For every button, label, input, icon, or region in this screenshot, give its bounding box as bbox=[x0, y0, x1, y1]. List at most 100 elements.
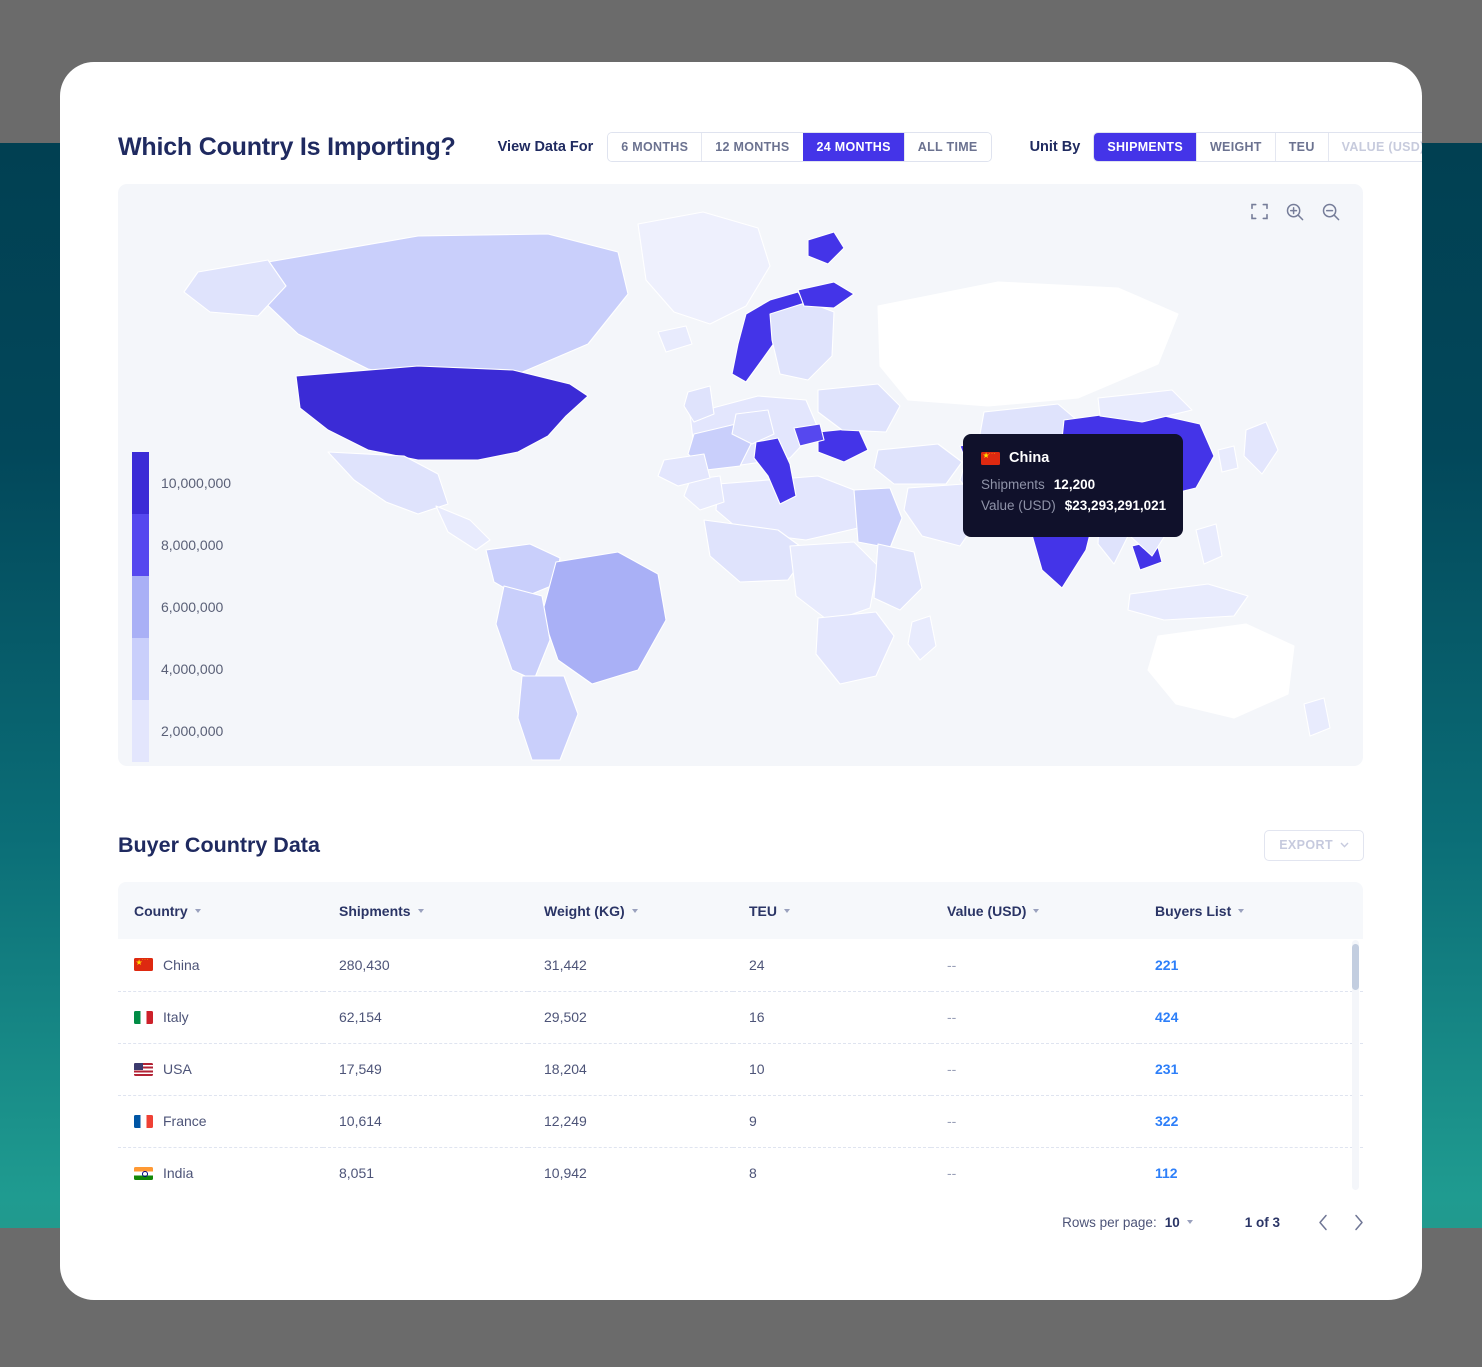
cell-weight: 10,942 bbox=[528, 1147, 733, 1197]
cell-buyers: 112 bbox=[1139, 1147, 1363, 1197]
chevron-down-icon bbox=[1340, 842, 1349, 848]
column-header-buyers[interactable]: Buyers List bbox=[1139, 882, 1363, 939]
tooltip-value-shipments: 12,200 bbox=[1053, 477, 1096, 492]
unit-option-weight[interactable]: WEIGHT bbox=[1195, 133, 1275, 161]
country-philippines bbox=[1195, 523, 1223, 565]
table-row[interactable]: Italy 62,154 29,502 16 -- 424 bbox=[118, 991, 1363, 1044]
dashboard-card: Which Country Is Importing? View Data Fo… bbox=[60, 62, 1422, 1300]
cell-teu: 10 bbox=[733, 1043, 931, 1096]
zoom-in-icon[interactable] bbox=[1285, 202, 1305, 222]
sort-caret-icon[interactable] bbox=[631, 908, 638, 913]
country-southern-africa bbox=[815, 611, 895, 685]
china-flag-icon bbox=[981, 451, 1000, 465]
cell-buyers: 231 bbox=[1139, 1043, 1363, 1096]
column-header-teu[interactable]: TEU bbox=[733, 882, 931, 939]
table-scrollbar[interactable] bbox=[1352, 940, 1359, 1190]
cell-weight: 18,204 bbox=[528, 1043, 733, 1096]
country-turkey bbox=[873, 443, 963, 485]
tooltip-header: China bbox=[981, 450, 1165, 466]
column-label-teu: TEU bbox=[749, 902, 777, 919]
legend-label-8m: 8,000,000 bbox=[161, 537, 224, 553]
table-row[interactable]: France 10,614 12,249 9 -- 322 bbox=[118, 1095, 1363, 1148]
sort-caret-icon[interactable] bbox=[417, 908, 424, 913]
view-data-for-label: View Data For bbox=[497, 139, 594, 155]
legend-item: 2,000,000 bbox=[132, 700, 231, 762]
table-row[interactable]: USA 17,549 18,204 10 -- 231 bbox=[118, 1043, 1363, 1096]
data-table: Country Shipments Weight (KG) TEU Value … bbox=[118, 882, 1363, 1197]
country-mexico bbox=[327, 451, 449, 515]
unit-option-value-usd: VALUE (USD) bbox=[1327, 133, 1422, 161]
table-row[interactable]: India 8,051 10,942 8 -- 112 bbox=[118, 1147, 1363, 1197]
country-east-africa bbox=[873, 543, 923, 611]
buyers-count-link[interactable]: 112 bbox=[1155, 1165, 1178, 1181]
italy-flag-icon bbox=[134, 1010, 153, 1024]
buyers-count-link[interactable]: 231 bbox=[1155, 1061, 1178, 1077]
cell-shipments: 17,549 bbox=[323, 1043, 528, 1096]
section-title: Buyer Country Data bbox=[118, 832, 320, 857]
country-korea bbox=[1217, 445, 1239, 473]
buyers-count-link[interactable]: 221 bbox=[1155, 957, 1178, 973]
country-name: France bbox=[163, 1113, 207, 1129]
column-header-weight[interactable]: Weight (KG) bbox=[528, 882, 733, 939]
unit-option-shipments[interactable]: SHIPMENTS bbox=[1094, 133, 1196, 161]
table-header-row: Country Shipments Weight (KG) TEU Value … bbox=[118, 882, 1363, 939]
column-header-value[interactable]: Value (USD) bbox=[931, 882, 1139, 939]
period-option-24-months[interactable]: 24 MONTHS bbox=[802, 133, 904, 161]
cell-country: USA bbox=[118, 1043, 323, 1096]
export-label: EXPORT bbox=[1279, 838, 1333, 852]
period-option-12-months[interactable]: 12 MONTHS bbox=[701, 133, 803, 161]
cell-shipments: 8,051 bbox=[323, 1147, 528, 1197]
cell-teu: 24 bbox=[733, 939, 931, 992]
column-label-country: Country bbox=[134, 902, 188, 919]
rows-per-page-value: 10 bbox=[1164, 1214, 1180, 1230]
unit-segmented-control: SHIPMENTS WEIGHT TEU VALUE (USD) bbox=[1093, 132, 1422, 162]
map-tools bbox=[1250, 202, 1341, 222]
column-label-weight: Weight (KG) bbox=[544, 902, 625, 919]
export-button[interactable]: EXPORT bbox=[1264, 829, 1364, 861]
country-greenland bbox=[637, 211, 771, 325]
legend-item: 6,000,000 bbox=[132, 576, 231, 638]
france-flag-icon bbox=[134, 1114, 153, 1128]
column-label-value: Value (USD) bbox=[947, 902, 1027, 919]
country-new-zealand bbox=[1303, 697, 1331, 737]
column-header-shipments[interactable]: Shipments bbox=[323, 882, 528, 939]
page-indicator: 1 of 3 bbox=[1244, 1214, 1280, 1230]
sort-caret-icon[interactable] bbox=[1238, 908, 1245, 913]
country-russia bbox=[877, 281, 1179, 407]
country-central-africa bbox=[789, 541, 879, 623]
cell-shipments: 62,154 bbox=[323, 991, 528, 1044]
zoom-out-icon[interactable] bbox=[1321, 202, 1341, 222]
rows-per-page-select[interactable]: 10 bbox=[1165, 1215, 1193, 1230]
tooltip-country-name: China bbox=[1009, 450, 1050, 466]
country-svalbard bbox=[807, 231, 845, 265]
table-scrollbar-thumb[interactable] bbox=[1352, 944, 1359, 990]
tooltip-row-value: Value (USD) $23,293,291,021 bbox=[981, 498, 1167, 513]
period-option-6-months[interactable]: 6 MONTHS bbox=[608, 133, 702, 161]
country-peru bbox=[495, 585, 551, 681]
column-header-country[interactable]: Country bbox=[118, 882, 323, 939]
chevron-right-icon bbox=[1355, 1214, 1363, 1230]
cell-weight: 31,442 bbox=[528, 939, 733, 992]
legend-swatch-6m bbox=[132, 576, 149, 638]
country-central-america bbox=[435, 505, 491, 551]
unit-option-teu[interactable]: TEU bbox=[1274, 133, 1328, 161]
sort-caret-icon[interactable] bbox=[1033, 908, 1040, 913]
legend-label-2m: 2,000,000 bbox=[161, 723, 224, 739]
table-row[interactable]: China 280,430 31,442 24 -- 221 bbox=[118, 939, 1363, 992]
country-sweden-finland bbox=[769, 301, 835, 381]
map-tooltip: China Shipments 12,200 Value (USD) $23,2… bbox=[963, 434, 1183, 537]
next-page-button[interactable] bbox=[1353, 1214, 1364, 1231]
period-option-all-time[interactable]: ALL TIME bbox=[903, 133, 991, 161]
world-map-panel[interactable]: 10,000,000 8,000,000 6,000,000 4,000,000… bbox=[118, 184, 1363, 766]
cell-buyers: 424 bbox=[1139, 991, 1363, 1044]
sort-caret-icon[interactable] bbox=[784, 908, 790, 913]
sort-caret-icon[interactable] bbox=[194, 908, 201, 913]
buyers-count-link[interactable]: 424 bbox=[1155, 1009, 1178, 1025]
buyers-count-link[interactable]: 322 bbox=[1155, 1113, 1178, 1129]
tooltip-value-value: $23,293,291,021 bbox=[1064, 498, 1167, 513]
cell-shipments: 280,430 bbox=[323, 939, 528, 992]
fullscreen-icon[interactable] bbox=[1250, 202, 1269, 222]
country-australia bbox=[1147, 623, 1295, 719]
previous-page-button[interactable] bbox=[1318, 1214, 1329, 1231]
legend-swatch-4m bbox=[132, 638, 149, 700]
